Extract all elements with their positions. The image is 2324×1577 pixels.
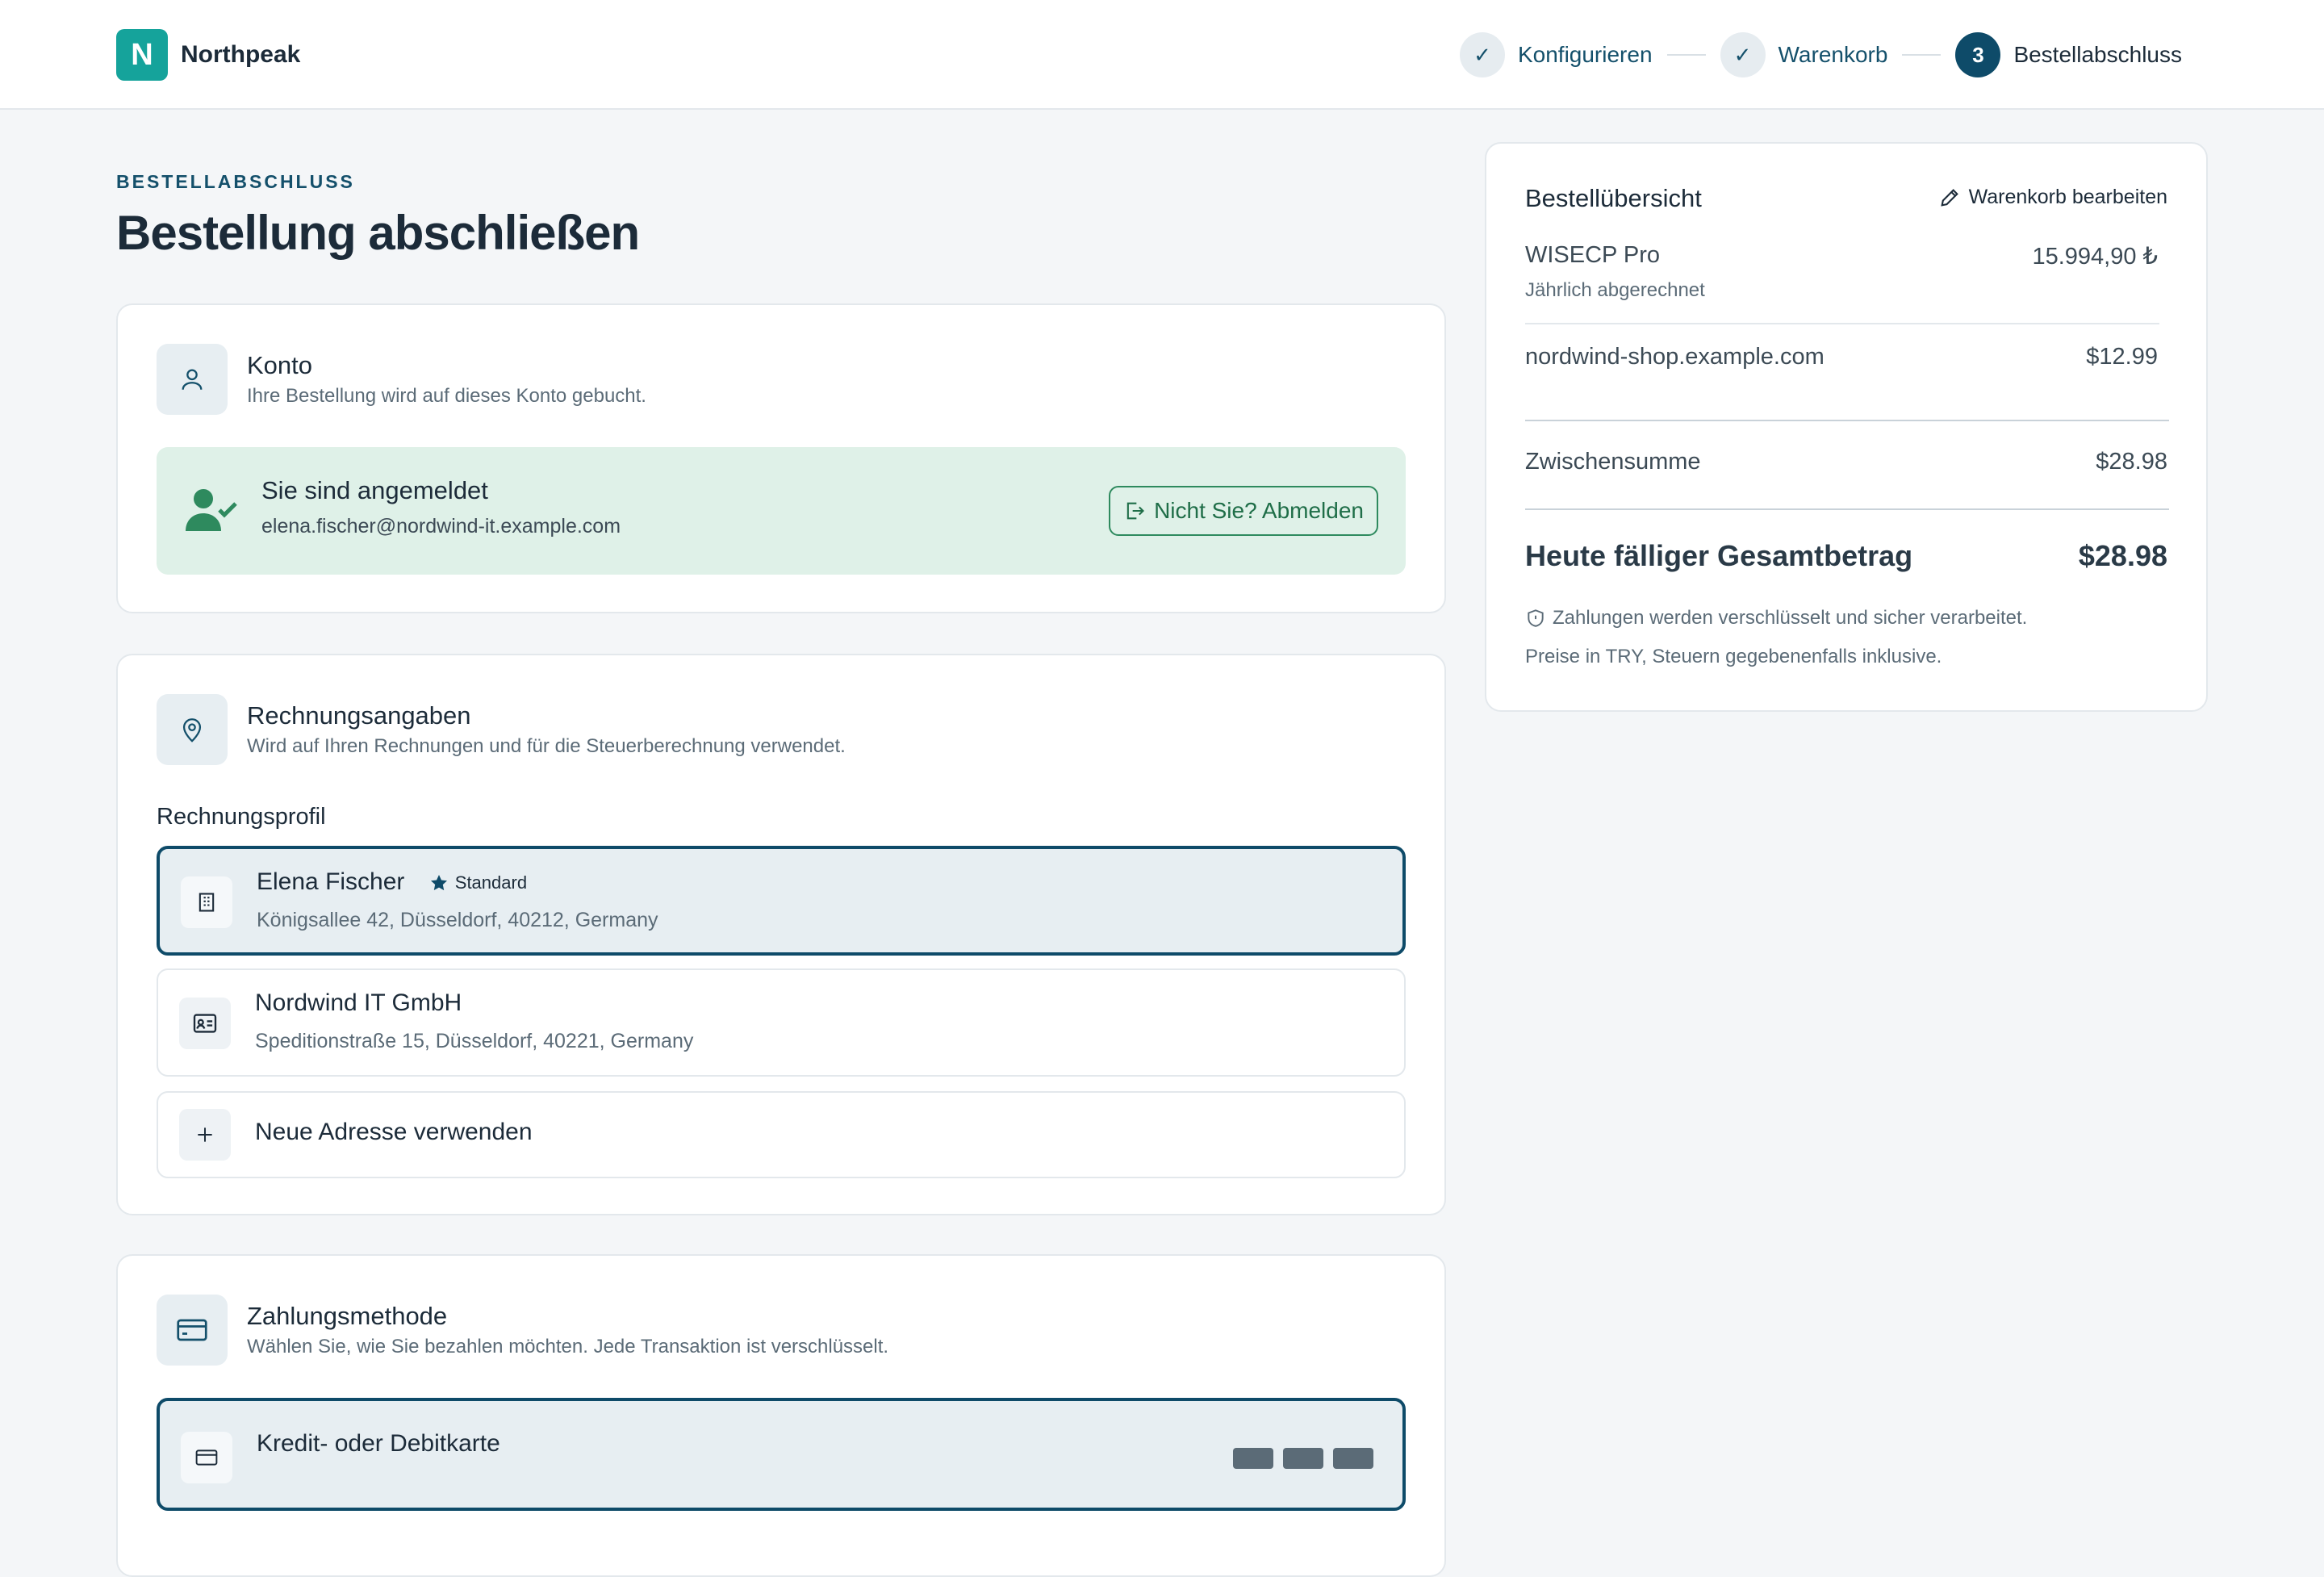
line-item-name: nordwind-shop.example.com <box>1525 344 1825 370</box>
profile-name: Elena Fischer <box>257 868 405 895</box>
default-badge: Standard <box>429 872 527 893</box>
billing-profile-elena[interactable]: Elena Fischer Standard Königsallee 42, D… <box>157 846 1406 956</box>
billing-subtitle: Wird auf Ihren Rechnungen und für die St… <box>247 735 846 757</box>
line-item-price: $12.99 <box>2086 344 2158 370</box>
step-number: 3 <box>1955 32 2001 77</box>
credit-card-icon <box>181 1432 232 1483</box>
login-status-title: Sie sind angemeldet <box>261 476 488 504</box>
page-eyebrow: BESTELLABSCHLUSS <box>116 171 355 192</box>
brand[interactable]: N Northpeak <box>116 29 300 81</box>
profile-address: Speditionstraße 15, Düsseldorf, 40221, G… <box>255 1030 694 1052</box>
new-address-option[interactable]: Neue Adresse verwenden <box>157 1091 1406 1178</box>
new-address-label: Neue Adresse verwenden <box>255 1119 533 1145</box>
line-item-name: WISECP Pro <box>1525 242 1661 268</box>
check-icon: ✓ <box>1720 32 1766 77</box>
top-bar: N Northpeak ✓ Konfigurieren ✓ Warenkorb … <box>0 0 2324 110</box>
billing-card: Rechnungsangaben Wird auf Ihren Rechnung… <box>116 654 1446 1215</box>
check-icon: ✓ <box>1459 32 1505 77</box>
billing-card-header: Rechnungsangaben Wird auf Ihren Rechnung… <box>157 694 846 765</box>
payment-subtitle: Wählen Sie, wie Sie bezahlen möchten. Je… <box>247 1336 889 1357</box>
logout-button[interactable]: Nicht Sie? Abmelden <box>1109 486 1378 536</box>
line-item-billing-cycle: Jährlich abgerechnet <box>1525 279 1705 301</box>
credit-card-icon <box>157 1295 228 1366</box>
step-label: Warenkorb <box>1778 42 1888 67</box>
shield-icon <box>1528 609 1544 627</box>
billing-title: Rechnungsangaben <box>247 701 471 730</box>
edit-cart-label: Warenkorb bearbeiten <box>1968 186 2167 208</box>
star-icon <box>430 875 447 891</box>
tax-note: Preise in TRY, Steuern gegebenenfalls in… <box>1525 646 1942 667</box>
edit-cart-link[interactable]: Warenkorb bearbeiten <box>1938 186 2167 209</box>
payment-option-card[interactable]: Kredit- oder Debitkarte <box>157 1398 1406 1511</box>
account-title: Konto <box>247 351 313 379</box>
payment-option-label: Kredit- oder Debitkarte <box>257 1430 500 1457</box>
map-pin-icon <box>157 694 228 765</box>
logout-icon <box>1126 502 1145 520</box>
id-card-icon <box>179 998 231 1049</box>
brand-name: Northpeak <box>181 41 301 68</box>
account-card-header: Konto Ihre Bestellung wird auf dieses Ko… <box>157 344 646 415</box>
payment-card-header: Zahlungsmethode Wählen Sie, wie Sie beza… <box>157 1295 888 1366</box>
pencil-icon <box>1940 188 1958 207</box>
payment-card: Zahlungsmethode Wählen Sie, wie Sie beza… <box>116 1254 1446 1577</box>
plus-icon <box>179 1109 231 1161</box>
subtotal-value: $28.98 <box>2096 449 2167 475</box>
step-configure[interactable]: ✓ Konfigurieren <box>1459 32 1653 77</box>
page-title: Bestellung abschließen <box>116 206 640 260</box>
order-summary: Bestellübersicht Warenkorb bearbeiten WI… <box>1485 142 2208 712</box>
divider <box>1525 420 2169 421</box>
step-label: Bestellabschluss <box>2013 42 2182 67</box>
logout-label: Nicht Sie? Abmelden <box>1154 498 1364 523</box>
default-badge-label: Standard <box>454 872 528 893</box>
profile-address: Königsallee 42, Düsseldorf, 40212, Germa… <box>257 909 658 931</box>
step-connector <box>1902 54 1942 56</box>
logged-in-banner: Sie sind angemeldet elena.fischer@nordwi… <box>157 447 1406 575</box>
building-icon <box>181 876 232 928</box>
checkout-steps: ✓ Konfigurieren ✓ Warenkorb 3 Bestellabs… <box>1459 32 2182 77</box>
total-value: $28.98 <box>2078 539 2167 572</box>
step-cart[interactable]: ✓ Warenkorb <box>1720 32 1888 77</box>
brand-logo: N <box>116 29 168 81</box>
profile-name-line: Elena Fischer Standard <box>257 868 527 896</box>
step-label: Konfigurieren <box>1517 42 1653 67</box>
profile-name: Nordwind IT GmbH <box>255 989 462 1016</box>
secure-payment-note: Zahlungen werden verschlüsselt und siche… <box>1525 607 2027 630</box>
user-check-icon <box>184 487 240 537</box>
summary-title: Bestellübersicht <box>1525 184 1702 212</box>
billing-profile-nordwind[interactable]: Nordwind IT GmbH Speditionstraße 15, Düs… <box>157 968 1406 1077</box>
step-checkout: 3 Bestellabschluss <box>1955 32 2182 77</box>
card-brand-logos <box>1223 1448 1373 1469</box>
secure-note-text: Zahlungen werden verschlüsselt und siche… <box>1553 607 2028 629</box>
divider <box>1525 508 2169 510</box>
billing-profile-label: Rechnungsprofil <box>157 804 326 830</box>
card-brand-icon <box>1333 1448 1373 1469</box>
account-subtitle: Ihre Bestellung wird auf dieses Konto ge… <box>247 385 646 407</box>
account-card: Konto Ihre Bestellung wird auf dieses Ko… <box>116 303 1446 613</box>
card-brand-icon <box>1283 1448 1323 1469</box>
card-brand-icon <box>1233 1448 1273 1469</box>
login-email: elena.fischer@nordwind-it.example.com <box>261 515 621 538</box>
step-connector <box>1666 54 1706 56</box>
total-label: Heute fälliger Gesamtbetrag <box>1525 539 1913 572</box>
divider <box>1525 323 2159 324</box>
line-item-price: 15.994,90 ₺ <box>2032 244 2158 270</box>
user-icon <box>157 344 228 415</box>
payment-title: Zahlungsmethode <box>247 1302 448 1330</box>
subtotal-label: Zwischensumme <box>1525 449 1701 475</box>
